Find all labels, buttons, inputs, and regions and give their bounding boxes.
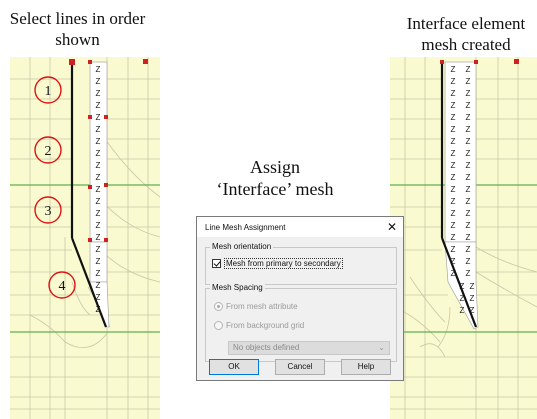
interface-element-label: Z (96, 221, 101, 230)
mesh-orientation-label: Mesh orientation (210, 242, 274, 251)
ok-button[interactable]: OK (209, 359, 259, 375)
interface-element-label: Z (96, 65, 101, 74)
interface-element-label: Z (96, 257, 101, 266)
interface-element-label: Z (451, 101, 456, 110)
mesh-spacing-group: Mesh Spacing From mesh attribute From ba… (205, 283, 397, 362)
interface-element-label: Z (451, 161, 456, 170)
marker-2-label: 2 (45, 144, 52, 159)
interface-element-label: Z (451, 185, 456, 194)
interface-element-label: Z (451, 149, 456, 158)
interface-element-label: Z (96, 185, 101, 194)
radio-button[interactable] (214, 321, 223, 330)
interface-element-label: Z (451, 197, 456, 206)
cancel-button[interactable]: Cancel (275, 359, 325, 375)
interface-element-label: Z (451, 113, 456, 122)
interface-element-label: Z (451, 245, 456, 254)
objects-select-value: No objects defined (233, 343, 300, 352)
right-mesh-panel: Z ZZ ZZ ZZ ZZ ZZ ZZ ZZ ZZ ZZ ZZ ZZ ZZ ZZ ZZ ZZ ZZ ZZ ZZ ZZ Z… (390, 57, 537, 419)
interface-element-label: Z (466, 233, 471, 242)
interface-element-label: Z (451, 221, 456, 230)
interface-element-label: Z (96, 113, 101, 122)
radio-from-mesh-attribute[interactable]: From mesh attribute (214, 302, 298, 311)
interface-element-label: Z (96, 101, 101, 110)
interface-element-label: Z (451, 173, 456, 182)
radio-from-mesh-attribute-label: From mesh attribute (226, 302, 298, 311)
interface-element-label: Z (96, 161, 101, 170)
interface-element-label: Z (451, 137, 456, 146)
interface-element-label: Z (96, 233, 101, 242)
interface-element-label: Z (96, 125, 101, 134)
objects-select[interactable]: No objects defined ⌄ (228, 341, 390, 355)
mesh-orientation-group: Mesh orientation Mesh from primary to se… (205, 242, 397, 285)
mesh-spacing-label: Mesh Spacing (210, 283, 265, 292)
marker-4-label: 4 (59, 279, 66, 294)
middle-caption-line1: Assign (249, 157, 300, 177)
interface-element-label: Z (96, 209, 101, 218)
radio-button-selected[interactable] (214, 302, 223, 311)
middle-caption-line2: ‘Interface’ mesh (216, 179, 334, 199)
mesh-orientation-checkbox-label[interactable]: Mesh from primary to secondary (224, 258, 343, 269)
interface-element-label: Z (466, 161, 471, 170)
interface-element-label: Z (466, 209, 471, 218)
interface-element-label: Z (96, 269, 101, 278)
radio-from-background-grid[interactable]: From background grid (214, 321, 304, 330)
interface-element-label: Z (451, 125, 456, 134)
interface-z-labels: ZZZZZZZZZZZZZZZZZZZZZ (96, 65, 101, 314)
close-icon[interactable]: ✕ (387, 220, 397, 234)
mesh-background (10, 57, 160, 419)
interface-element-label: Z (466, 185, 471, 194)
radio-from-background-grid-label: From background grid (226, 321, 305, 330)
interface-element-label: Z (466, 113, 471, 122)
interface-element-label: Z (466, 269, 471, 278)
chevron-down-icon: ⌄ (378, 343, 385, 352)
interface-element-label: Z (96, 77, 101, 86)
interface-element-label: Z (470, 282, 475, 291)
interface-element-label: Z (96, 281, 101, 290)
interface-element-label: Z (451, 65, 456, 74)
interface-element-label: Z (451, 233, 456, 242)
left-mesh-panel: ZZZZZZZZZZZZZZZZZZZZZ 1 2 3 4 (10, 57, 160, 419)
interface-element-label: Z (466, 149, 471, 158)
interface-element-label: Z (466, 173, 471, 182)
interface-element-label: Z (96, 149, 101, 158)
help-button[interactable]: Help (341, 359, 391, 375)
interface-element-label: Z (96, 245, 101, 254)
left-caption: Select lines in order shown (9, 9, 146, 49)
interface-element-label: Z (466, 137, 471, 146)
interface-element-label: Z (466, 101, 471, 110)
interface-element-label: Z (466, 221, 471, 230)
mesh-orientation-checkbox[interactable] (212, 259, 221, 268)
middle-caption: Assign ‘Interface’ mesh (190, 156, 360, 200)
interface-element-label: Z (470, 294, 475, 303)
interface-element-label: Z (96, 89, 101, 98)
interface-element-label: Z (451, 209, 456, 218)
mesh-orientation-checkbox-row[interactable]: Mesh from primary to secondary (212, 258, 343, 269)
interface-element-label: Z (466, 125, 471, 134)
interface-element-label: Z (466, 65, 471, 74)
right-caption: Interface element mesh created (406, 14, 526, 54)
line-mesh-assignment-dialog: Line Mesh Assignment ✕ Mesh orientation … (196, 216, 404, 381)
interface-element-label: Z (466, 197, 471, 206)
interface-element-label: Z (96, 173, 101, 182)
marker-1-label: 1 (45, 84, 52, 99)
interface-element-label: Z (451, 77, 456, 86)
interface-element-label: Z (466, 89, 471, 98)
interface-element-label: Z (96, 197, 101, 206)
marker-3-label: 3 (45, 204, 52, 219)
dialog-title-bar: Line Mesh Assignment ✕ (197, 217, 403, 237)
interface-element-label: Z (460, 306, 465, 315)
interface-element-label: Z (96, 137, 101, 146)
interface-element-label: Z (451, 89, 456, 98)
interface-element-label: Z (466, 77, 471, 86)
interface-element-label: Z (466, 245, 471, 254)
dialog-title: Line Mesh Assignment (205, 223, 286, 232)
interface-element-label: Z (466, 257, 471, 266)
